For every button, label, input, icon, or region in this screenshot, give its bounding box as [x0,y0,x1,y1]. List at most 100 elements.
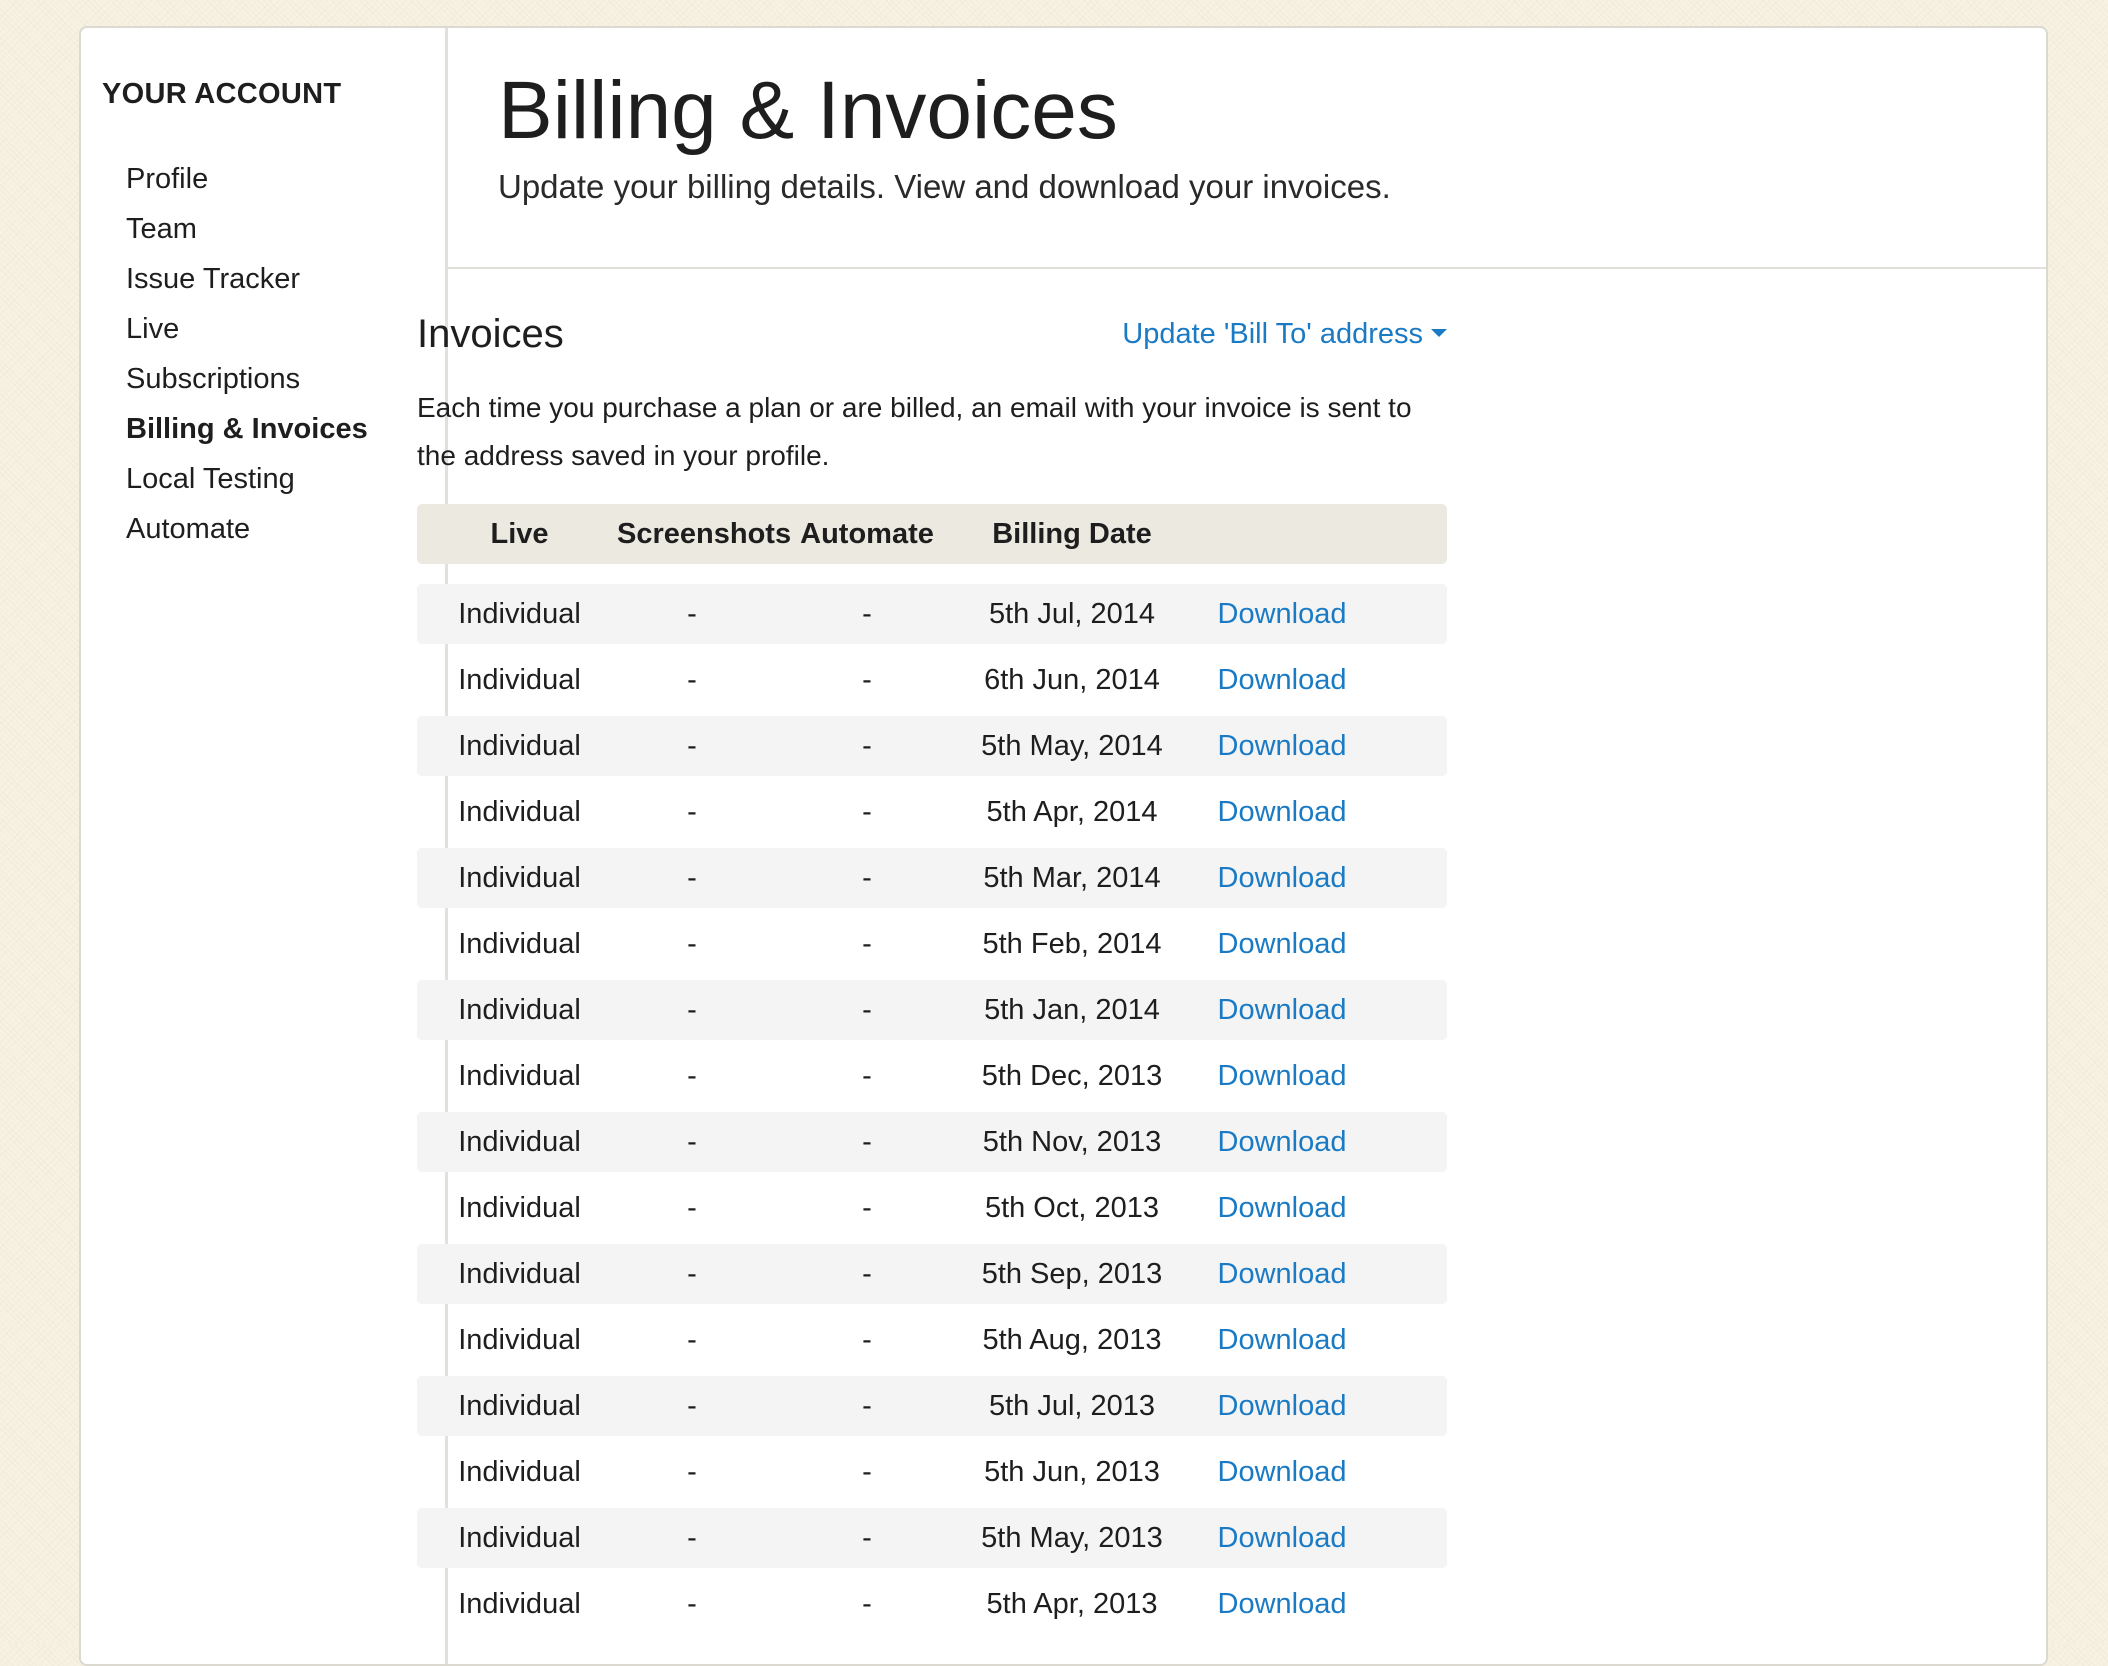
download-invoice-link[interactable]: Download [1182,848,1382,908]
download-invoice-link[interactable]: Download [1182,1376,1382,1436]
account-sidebar: YOUR ACCOUNT Profile Team Issue Tracker … [81,28,448,1664]
live-plan-cell: Individual [458,1390,581,1422]
billing-date-cell: 5th Dec, 2013 [981,1060,1163,1092]
live-plan-cell: Individual [458,994,581,1026]
table-row: Individual - - 5th May, 2013 Download [417,1508,1447,1568]
download-invoice-link[interactable]: Download [1182,1442,1382,1502]
automate-plan-cell: - [862,598,872,630]
column-header-live: Live [490,518,549,550]
billing-date-cell: 5th Apr, 2014 [986,796,1158,828]
download-invoice-link[interactable]: Download [1182,716,1382,776]
download-invoice-link[interactable]: Download [1182,650,1382,710]
sidebar-item-team[interactable]: Team [126,204,368,254]
table-row: Individual - - 5th Sep, 2013 Download [417,1244,1447,1304]
billing-date-cell: 5th Mar, 2014 [983,862,1161,894]
live-plan-cell: Individual [458,1258,581,1290]
invoices-intro: Each time you purchase a plan or are bil… [417,392,1412,471]
download-invoice-link[interactable]: Download [1182,914,1382,974]
page-subtitle: Update your billing details. View and do… [498,168,1391,205]
live-plan-cell: Individual [458,1324,581,1356]
automate-plan-cell: - [862,796,872,828]
automate-plan-cell: - [862,928,872,960]
sidebar-item-billing-invoices[interactable]: Billing & Invoices [126,404,368,454]
screenshots-plan-cell: - [687,994,697,1026]
screenshots-plan-cell: - [687,1588,697,1620]
automate-plan-cell: - [862,664,872,696]
table-row: Individual - - 5th Jun, 2013 Download [417,1442,1447,1502]
screenshots-plan-cell: - [687,1324,697,1356]
live-plan-cell: Individual [458,1456,581,1488]
sidebar-item-automate[interactable]: Automate [126,504,368,554]
sidebar-item-subscriptions[interactable]: Subscriptions [126,354,368,404]
billing-date-cell: 5th Apr, 2013 [986,1588,1158,1620]
screenshots-plan-cell: - [687,862,697,894]
automate-plan-cell: - [862,1126,872,1158]
download-invoice-link[interactable]: Download [1182,1310,1382,1370]
live-plan-cell: Individual [458,664,581,696]
table-row: Individual - - 5th Dec, 2013 Download [417,1046,1447,1106]
sidebar-item-live[interactable]: Live [126,304,368,354]
live-plan-cell: Individual [458,796,581,828]
screenshots-plan-cell: - [687,598,697,630]
page-title: Billing & Invoices [498,65,1118,156]
automate-plan-cell: - [862,862,872,894]
billing-date-cell: 5th May, 2013 [981,1522,1163,1554]
table-row: Individual - - 5th Feb, 2014 Download [417,914,1447,974]
screenshots-plan-cell: - [687,730,697,762]
billing-date-cell: 5th Aug, 2013 [982,1324,1162,1356]
table-row: Individual - - 5th Oct, 2013 Download [417,1178,1447,1238]
download-invoice-link[interactable]: Download [1182,1046,1382,1106]
live-plan-cell: Individual [458,928,581,960]
sidebar-heading: YOUR ACCOUNT [102,78,342,110]
live-plan-cell: Individual [458,1522,581,1554]
screenshots-plan-cell: - [687,1192,697,1224]
billing-date-cell: 5th Sep, 2013 [981,1258,1163,1290]
update-bill-to-label: Update 'Bill To' address [1122,318,1423,350]
screenshots-plan-cell: - [687,796,697,828]
automate-plan-cell: - [862,730,872,762]
download-invoice-link[interactable]: Download [1182,1178,1382,1238]
table-row: Individual - - 5th Apr, 2013 Download [417,1574,1447,1634]
screenshots-plan-cell: - [687,1060,697,1092]
live-plan-cell: Individual [458,730,581,762]
table-row: Individual - - 5th Jul, 2014 Download [417,584,1447,644]
table-row: Individual - - 5th Mar, 2014 Download [417,848,1447,908]
billing-date-cell: 6th Jun, 2014 [984,664,1160,696]
update-bill-to-dropdown[interactable]: Update 'Bill To' address [1122,318,1447,351]
invoices-table-header: Live Screenshots Automate Billing Date [417,504,1447,564]
download-invoice-link[interactable]: Download [1182,782,1382,842]
download-invoice-link[interactable]: Download [1182,1244,1382,1304]
automate-plan-cell: - [862,994,872,1026]
live-plan-cell: Individual [458,1126,581,1158]
sidebar-item-issue-tracker[interactable]: Issue Tracker [126,254,368,304]
screenshots-plan-cell: - [687,928,697,960]
column-header-automate: Automate [800,518,934,550]
screenshots-plan-cell: - [687,1522,697,1554]
invoices-table-body: Individual - - 5th Jul, 2014 Download In… [417,584,1447,1640]
billing-date-cell: 5th Jul, 2013 [988,1390,1156,1422]
automate-plan-cell: - [862,1390,872,1422]
billing-date-cell: 5th Feb, 2014 [982,928,1162,960]
column-header-action [1182,504,1382,564]
table-row: Individual - - 5th Nov, 2013 Download [417,1112,1447,1172]
download-invoice-link[interactable]: Download [1182,584,1382,644]
table-row: Individual - - 5th Jan, 2014 Download [417,980,1447,1040]
sidebar-item-profile[interactable]: Profile [126,154,368,204]
billing-date-cell: 5th Jan, 2014 [984,994,1160,1026]
automate-plan-cell: - [862,1456,872,1488]
live-plan-cell: Individual [458,1192,581,1224]
download-invoice-link[interactable]: Download [1182,980,1382,1040]
download-invoice-link[interactable]: Download [1182,1112,1382,1172]
table-row: Individual - - 5th Jul, 2013 Download [417,1376,1447,1436]
screenshots-plan-cell: - [687,664,697,696]
screenshots-plan-cell: - [687,1258,697,1290]
screenshots-plan-cell: - [687,1390,697,1422]
sidebar-item-local-testing[interactable]: Local Testing [126,454,368,504]
column-header-billing-date: Billing Date [992,518,1152,550]
download-invoice-link[interactable]: Download [1182,1574,1382,1634]
automate-plan-cell: - [862,1060,872,1092]
download-invoice-link[interactable]: Download [1182,1508,1382,1568]
billing-date-cell: 5th Jul, 2014 [988,598,1156,630]
automate-plan-cell: - [862,1192,872,1224]
live-plan-cell: Individual [458,598,581,630]
